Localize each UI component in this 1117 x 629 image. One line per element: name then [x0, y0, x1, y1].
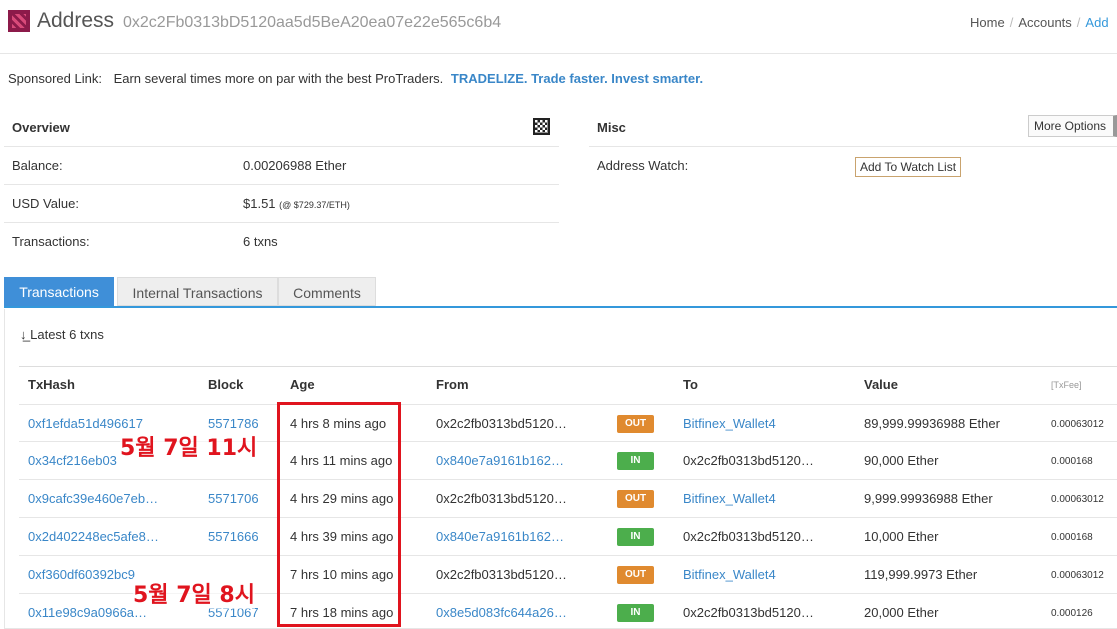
tx-fee: 0.00063012: [1051, 419, 1104, 430]
tx-value: 10,000 Ether: [864, 529, 939, 544]
sort-desc-icon: ↓̲: [20, 327, 27, 342]
col-header-age: Age: [290, 377, 315, 392]
table-top-border: [19, 366, 1117, 367]
tx-from: 0x2c2fb0313bd5120…: [436, 416, 567, 431]
divider: [589, 146, 1117, 147]
tx-to-link[interactable]: Bitfinex_Wallet4: [683, 491, 776, 506]
more-options-button[interactable]: More Options: [1028, 115, 1117, 137]
tab-bar: Transactions Internal Transactions Comme…: [4, 277, 1117, 308]
col-header-txfee: [TxFee]: [1051, 380, 1082, 390]
block-link[interactable]: 5571666: [208, 529, 259, 544]
tx-to: 0x2c2fb0313bd5120…: [683, 453, 814, 468]
table-row: 0x9cafc39e460e7eb… 5571706 4 hrs 29 mins…: [19, 480, 1117, 518]
usd-value-label: USD Value:: [12, 196, 79, 211]
address-identicon: [8, 10, 30, 32]
direction-badge: OUT: [617, 490, 654, 508]
annotation-may7-11h: 5월 7일 11시: [120, 430, 258, 462]
tx-hash-link[interactable]: 0x11e98c9a0966a…: [28, 605, 147, 620]
qr-code-icon[interactable]: [533, 118, 550, 135]
divider: [4, 146, 559, 147]
usd-value: $1.51 (@ $729.37/ETH): [243, 196, 350, 211]
tx-hash-link[interactable]: 0x9cafc39e460e7eb…: [28, 491, 158, 506]
direction-badge: OUT: [617, 566, 654, 584]
tab-internal-transactions[interactable]: Internal Transactions: [117, 277, 278, 306]
tx-from-link[interactable]: 0x8e5d083fc644a26…: [436, 605, 567, 620]
tx-hash-link[interactable]: 0xf360df60392bc9: [28, 567, 135, 582]
address-watch-label: Address Watch:: [597, 158, 689, 173]
sponsored-ad-link[interactable]: TRADELIZE. Trade faster. Invest smarter.: [451, 71, 703, 86]
tx-to: 0x2c2fb0313bd5120…: [683, 605, 814, 620]
tx-fee: 0.000126: [1051, 608, 1093, 619]
tx-from: 0x2c2fb0313bd5120…: [436, 491, 567, 506]
add-to-watch-list-button[interactable]: Add To Watch List: [855, 157, 962, 177]
tx-to: 0x2c2fb0313bd5120…: [683, 529, 814, 544]
direction-badge: IN: [617, 528, 654, 546]
tx-fee: 0.00063012: [1051, 494, 1104, 505]
tx-from-link[interactable]: 0x840e7a9161b162…: [436, 529, 564, 544]
direction-badge: IN: [617, 604, 654, 622]
direction-badge: IN: [617, 452, 654, 470]
divider: [4, 184, 559, 185]
col-header-txhash: TxHash: [28, 377, 75, 392]
breadcrumb-home[interactable]: Home: [970, 15, 1005, 30]
balance-label: Balance:: [12, 158, 63, 173]
page-title: Address: [37, 9, 115, 32]
col-header-to: To: [683, 377, 698, 392]
sponsored-link: Sponsored Link: Earn several times more …: [8, 71, 703, 86]
usd-rate: (@ $729.37/ETH): [279, 200, 350, 210]
annotation-may7-8h: 5월 7일 8시: [133, 577, 255, 609]
overview-title: Overview: [12, 120, 70, 135]
tx-fee: 0.000168: [1051, 532, 1093, 543]
breadcrumb: Home / Accounts / Add: [970, 15, 1109, 30]
transactions-count: 6 txns: [243, 234, 278, 249]
misc-title: Misc: [597, 120, 626, 135]
tx-hash-link[interactable]: 0xf1efda51d496617: [28, 416, 143, 431]
direction-badge: OUT: [617, 415, 654, 433]
tab-comments[interactable]: Comments: [278, 277, 376, 306]
col-header-block: Block: [208, 377, 244, 392]
col-header-from: From: [436, 377, 469, 392]
table-row: 0x2d402248ec5afe8… 5571666 4 hrs 39 mins…: [19, 518, 1117, 556]
balance-value: 0.00206988 Ether: [243, 158, 347, 173]
breadcrumb-current[interactable]: Add: [1085, 15, 1108, 30]
tx-value: 20,000 Ether: [864, 605, 939, 620]
transactions-label: Transactions:: [12, 234, 90, 249]
col-header-value: Value: [864, 377, 898, 392]
tx-fee: 0.00063012: [1051, 570, 1104, 581]
tx-value: 119,999.9973 Ether: [864, 567, 978, 582]
page-address: 0x2c2Fb0313bD5120aa5d5BeA20ea07e22e565c6…: [123, 14, 502, 31]
tx-to-link[interactable]: Bitfinex_Wallet4: [683, 567, 776, 582]
sponsored-label: Sponsored Link:: [8, 71, 102, 86]
tx-hash-link[interactable]: 0x2d402248ec5afe8…: [28, 529, 159, 544]
latest-txns-text: Latest 6 txns: [30, 327, 104, 342]
tx-value: 9,999.99936988 Ether: [864, 491, 993, 506]
age-highlight-box: [277, 402, 401, 627]
tx-value: 89,999.99936988 Ether: [864, 416, 1000, 431]
block-link[interactable]: 5571786: [208, 416, 259, 431]
tx-value: 90,000 Ether: [864, 453, 939, 468]
tx-fee: 0.000168: [1051, 456, 1093, 467]
block-link[interactable]: 5571706: [208, 491, 259, 506]
tab-transactions[interactable]: Transactions: [4, 277, 114, 306]
tx-from-link[interactable]: 0x840e7a9161b162…: [436, 453, 564, 468]
header: Address 0x2c2Fb0313bD5120aa5d5BeA20ea07e…: [0, 0, 1117, 54]
tx-hash-link[interactable]: 0x34cf216eb03: [28, 453, 117, 468]
divider: [4, 222, 559, 223]
tx-from: 0x2c2fb0313bd5120…: [436, 567, 567, 582]
tx-to-link[interactable]: Bitfinex_Wallet4: [683, 416, 776, 431]
latest-txns-label: ↓̲ Latest 6 txns: [20, 327, 104, 342]
sponsored-message: Earn several times more on par with the …: [113, 71, 444, 86]
breadcrumb-accounts[interactable]: Accounts: [1018, 15, 1071, 30]
usd-amount: $1.51: [243, 196, 276, 211]
